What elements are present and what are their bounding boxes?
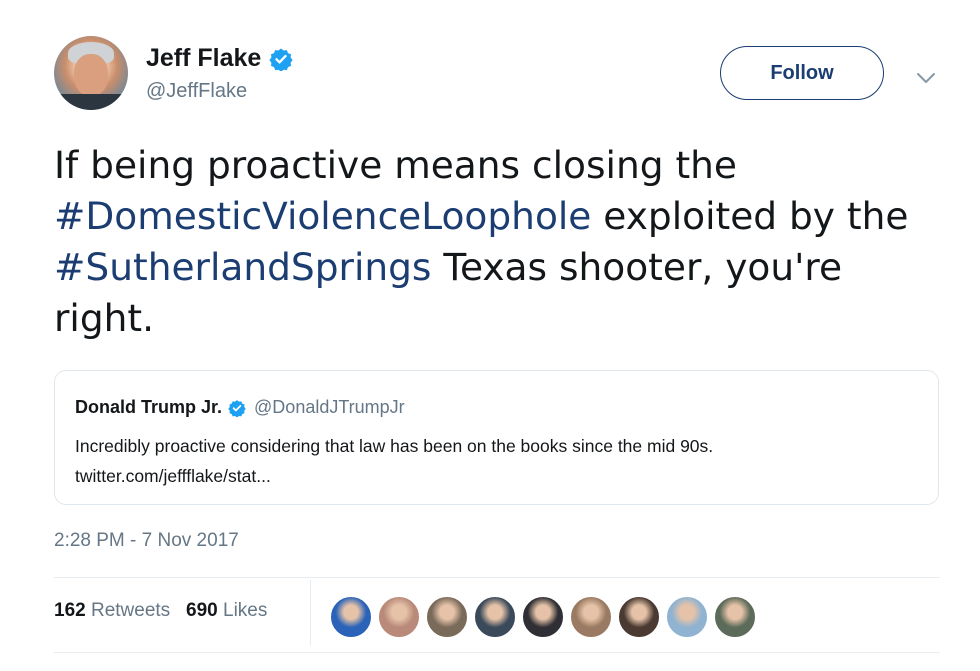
liker-avatars [330, 596, 762, 638]
quoted-tweet-text: Incredibly proactive considering that la… [75, 436, 714, 456]
quoted-tweet-header: Donald Trump Jr. @DonaldJTrumpJr [75, 397, 405, 418]
tweet-stats: 162 Retweets 690 Likes [54, 600, 267, 622]
liker-avatar[interactable] [330, 596, 372, 638]
hashtag-domestic-violence-loophole[interactable]: #DomesticViolenceLoophole [54, 194, 591, 238]
liker-avatar[interactable] [474, 596, 516, 638]
hashtag-sutherland-springs[interactable]: #SutherlandSprings [54, 245, 431, 289]
liker-avatar[interactable] [714, 596, 756, 638]
liker-avatar[interactable] [618, 596, 660, 638]
liker-avatar[interactable] [666, 596, 708, 638]
retweets-label: Retweets [90, 600, 171, 621]
avatar-face [74, 54, 108, 96]
retweets-count: 162 [54, 600, 86, 621]
tweet-text: If being proactive means closing the #Do… [54, 140, 954, 344]
author-name-row: Jeff Flake [146, 44, 293, 73]
quoted-author-name: Donald Trump Jr. [75, 397, 223, 417]
stats-vertical-divider [310, 580, 311, 646]
verified-badge-icon [269, 48, 293, 71]
author-name[interactable]: Jeff Flake [146, 44, 261, 73]
verified-badge-icon [228, 399, 246, 417]
avatar-shirt [54, 94, 128, 110]
liker-avatar[interactable] [378, 596, 420, 638]
retweets-stat[interactable]: 162 Retweets [54, 600, 170, 621]
author-avatar[interactable] [54, 36, 128, 110]
liker-avatar[interactable] [522, 596, 564, 638]
likes-stat[interactable]: 690 Likes [186, 600, 267, 621]
liker-avatar[interactable] [426, 596, 468, 638]
author-handle[interactable]: @JeffFlake [146, 80, 247, 103]
quoted-tweet-link[interactable]: twitter.com/jeffflake/stat... [75, 461, 713, 491]
follow-button[interactable]: Follow [720, 46, 884, 100]
tweet-text-part2: exploited by the [591, 194, 909, 238]
tweet-timestamp[interactable]: 2:28 PM - 7 Nov 2017 [54, 530, 239, 552]
quoted-tweet-card[interactable]: Donald Trump Jr. @DonaldJTrumpJr Incredi… [54, 370, 939, 505]
tweet-text-part1: If being proactive means closing the [54, 143, 737, 187]
stats-bottom-divider [54, 652, 940, 653]
liker-avatar[interactable] [570, 596, 612, 638]
quoted-tweet-body: Incredibly proactive considering that la… [75, 431, 713, 491]
likes-count: 690 [186, 600, 218, 621]
stats-top-divider [54, 577, 940, 578]
likes-label: Likes [223, 600, 268, 621]
chevron-down-icon[interactable] [914, 66, 938, 90]
quoted-author-handle: @DonaldJTrumpJr [254, 397, 405, 417]
